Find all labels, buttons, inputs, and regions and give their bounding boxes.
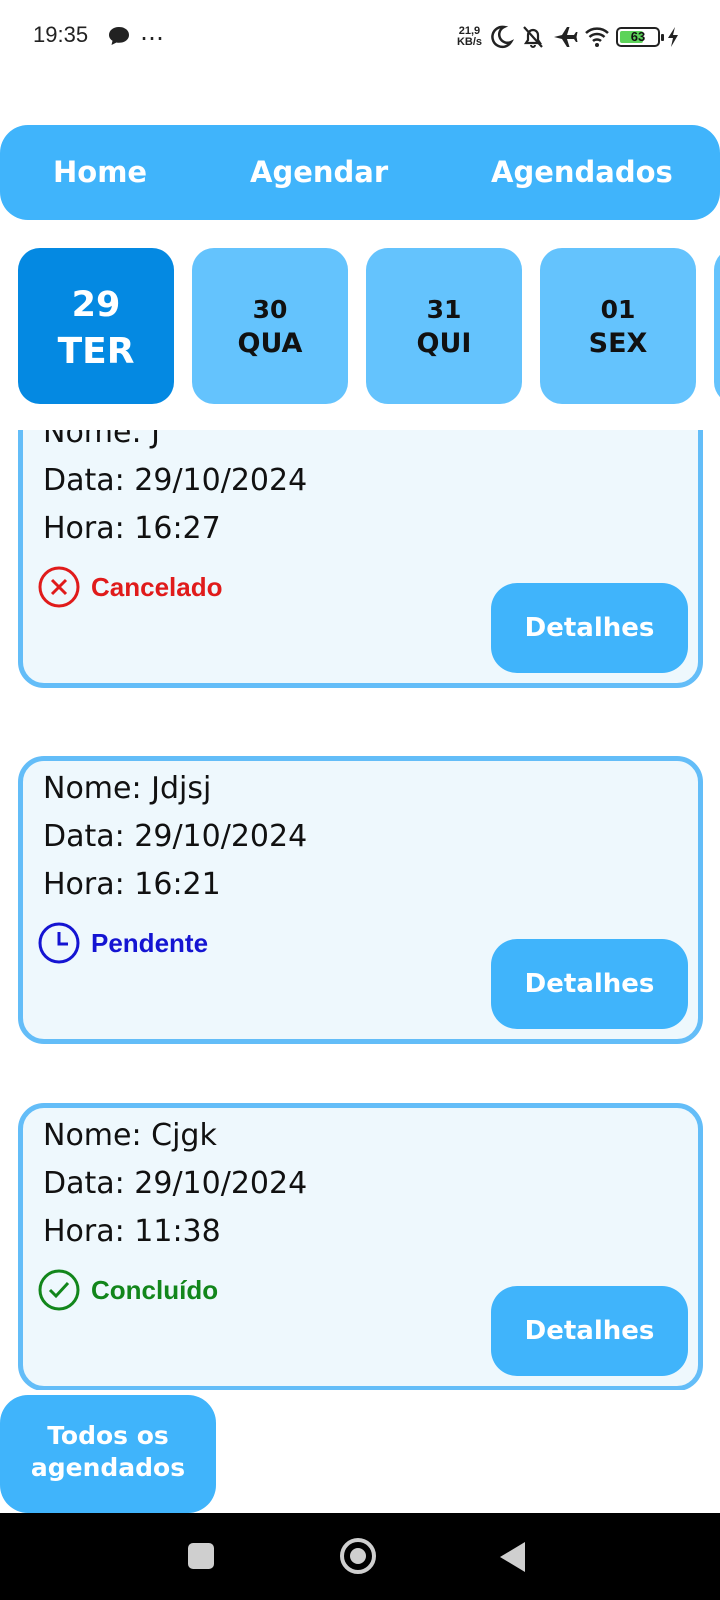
moon-icon [491,25,514,49]
date-chip-31[interactable]: 31 QUI [366,248,522,404]
bell-off-icon [523,26,543,48]
details-button[interactable]: Detalhes [491,939,688,1029]
status-badge: Concluído [37,1268,218,1312]
appointment-card: Nome: Cjgk Data: 29/10/2024 Hora: 11:38 … [18,1103,703,1390]
appointment-date: Data: 29/10/2024 [43,463,308,498]
more-notifications-icon: … [140,18,165,46]
nav-agendar[interactable]: Agendar [250,125,388,220]
appointment-date: Data: 29/10/2024 [43,819,308,854]
date-chip-30[interactable]: 30 QUA [192,248,348,404]
appointment-card: Nome: Jdjsj Data: 29/10/2024 Hora: 16:21… [18,756,703,1044]
status-bar: 19:35 … 21,9 KB/s 63 [0,0,720,72]
clock-icon [38,922,80,964]
appointment-card: Nome: J Data: 29/10/2024 Hora: 16:27 Can… [18,430,703,688]
appointment-name: Nome: J [43,430,160,450]
charging-bolt-icon [668,27,678,47]
all-appointments-button[interactable]: Todos os agendados [0,1395,216,1513]
details-button[interactable]: Detalhes [491,1286,688,1376]
back-triangle-icon[interactable] [500,1542,525,1572]
top-navbar: Home Agendar Agendados [0,125,720,220]
status-badge: Cancelado [37,565,223,609]
status-time: 19:35 [33,22,89,47]
date-chip-01[interactable]: 01 SEX [540,248,696,404]
home-circle-icon[interactable] [340,1538,376,1574]
date-selector: 29 TER 30 QUA 31 QUI 01 SEX [0,248,720,404]
nav-home[interactable]: Home [53,125,147,220]
date-chip-29[interactable]: 29 TER [18,248,174,404]
battery-tip [661,34,664,41]
status-label: Pendente [91,927,209,958]
check-circle-icon [38,1269,80,1311]
status-badge: Pendente [37,921,208,965]
appointment-name: Nome: Jdjsj [43,771,212,806]
appointment-time: Hora: 16:21 [43,867,221,902]
wifi-icon [585,27,609,47]
status-label: Cancelado [91,571,223,602]
status-icons: 21,9 KB/s 63 [457,22,680,52]
x-circle-icon [38,566,80,608]
appointment-name: Nome: Cjgk [43,1118,217,1153]
status-label: Concluído [91,1274,219,1305]
battery-icon: 63 [616,27,664,47]
airplane-icon [554,27,578,47]
appointment-time: Hora: 11:38 [43,1214,221,1249]
appointment-list: Nome: J Data: 29/10/2024 Hora: 16:27 Can… [0,430,720,1390]
appointment-time: Hora: 16:27 [43,511,221,546]
date-chip-next[interactable] [714,248,720,404]
appointment-date: Data: 29/10/2024 [43,1166,308,1201]
details-button[interactable]: Detalhes [491,583,688,673]
chat-bubble-icon [109,27,129,45]
system-nav-bar [0,1513,720,1600]
network-speed: 21,9 KB/s [456,25,482,48]
nav-agendados[interactable]: Agendados [491,125,673,220]
recent-apps-icon[interactable] [188,1543,214,1569]
